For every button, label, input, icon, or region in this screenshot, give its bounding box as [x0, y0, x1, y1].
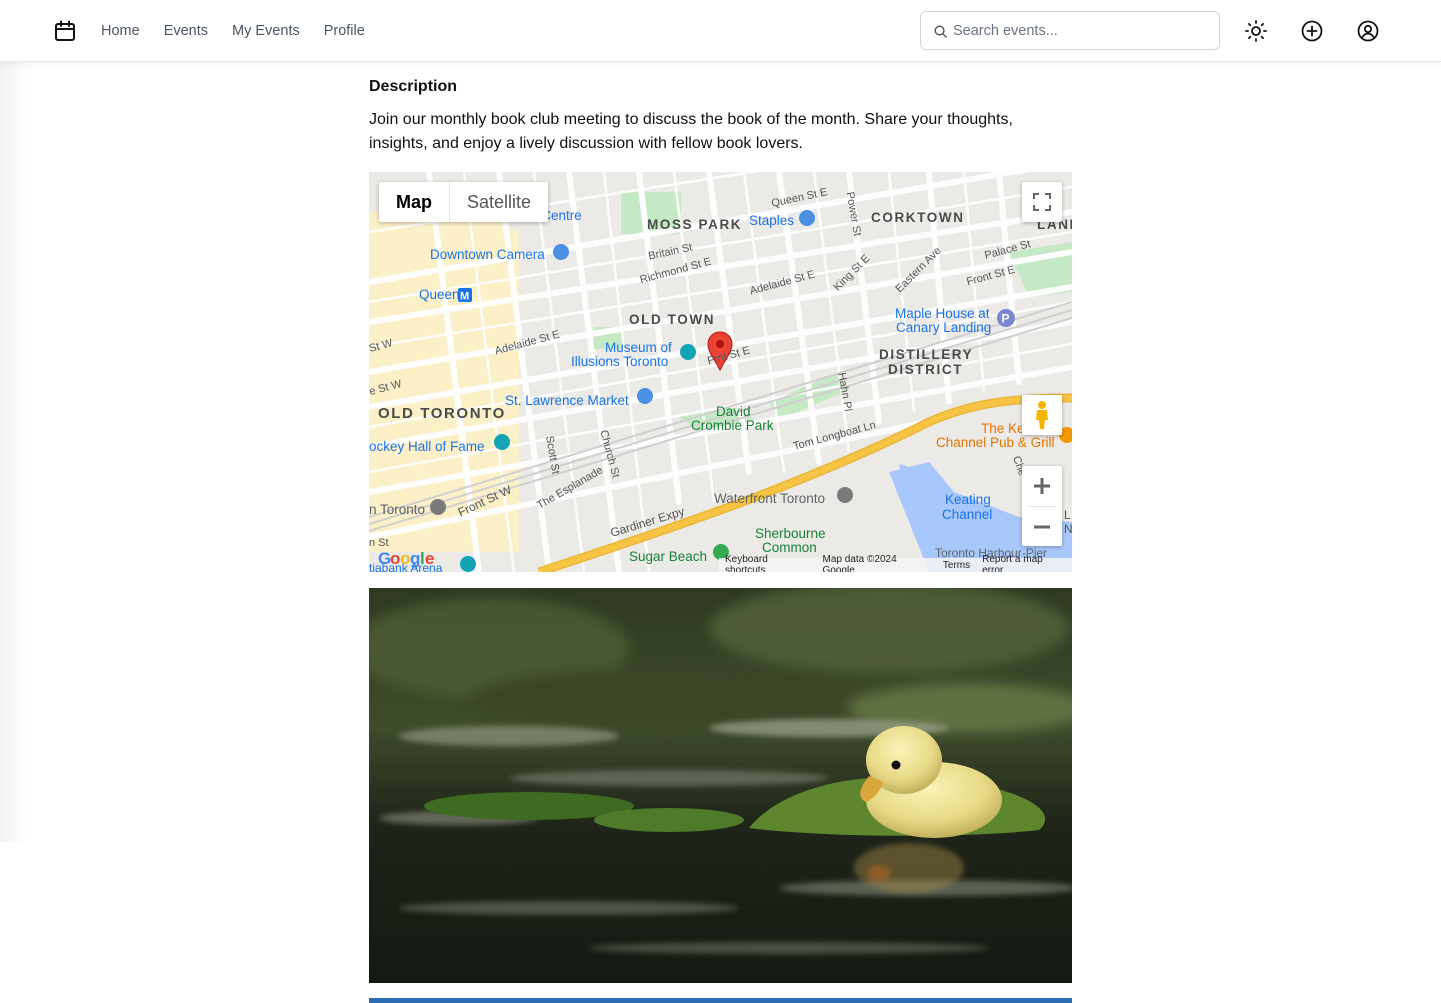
map-poi-maple-house[interactable]: Maple House at [895, 306, 990, 321]
map-label-old-toronto: OLD TORONTO [378, 405, 506, 422]
map-poi-common[interactable]: Common [762, 540, 817, 555]
nav-events-link[interactable]: Events [164, 23, 208, 39]
zoom-controls [1022, 466, 1062, 546]
map-poi-sugar-beach[interactable]: Sugar Beach [629, 549, 707, 564]
pegman-icon [1036, 401, 1048, 429]
map-type-satellite-button[interactable]: Satellite [449, 182, 548, 222]
map-type-control: Map Satellite [379, 182, 549, 222]
minus-icon [1034, 525, 1050, 529]
map-label-corktown: CORKTOWN [871, 210, 965, 225]
map-poi-channel-pub[interactable]: Channel Pub & Grill [936, 435, 1055, 450]
map-label-district: DISTRICT [888, 362, 964, 377]
map-poi-hockey-hall-of-fame[interactable]: ockey Hall of Fame [369, 439, 485, 454]
plus-circle-icon[interactable] [1300, 19, 1324, 43]
svg-text:M: M [460, 291, 469, 303]
main-nav: Home Events My Events Profile [101, 0, 389, 62]
zoom-out-button[interactable] [1022, 507, 1062, 547]
map-poi-illusions-toronto[interactable]: Illusions Toronto [571, 354, 668, 369]
map-type-map-button[interactable]: Map [379, 182, 449, 222]
street-view-pegman[interactable] [1022, 395, 1062, 435]
map-poi-sherbourne[interactable]: Sherbourne [755, 526, 826, 541]
map-poi-downtown-camera[interactable]: Downtown Camera [430, 247, 545, 262]
map-street-n-st: n St [369, 537, 389, 549]
map-poi-channel: Channel [942, 507, 993, 522]
duckling-photo [369, 588, 1072, 983]
sun-icon[interactable] [1244, 19, 1268, 43]
map-poi-keating: Keating [945, 492, 991, 507]
map-poi-n-toronto[interactable]: n Toronto [369, 502, 425, 517]
map-poi-canary-landing[interactable]: Canary Landing [896, 320, 991, 335]
search-box [920, 11, 1220, 50]
terms-link[interactable]: Terms [943, 560, 970, 571]
plus-icon [1034, 478, 1050, 494]
map-attribution-bar: Keyboard shortcuts Map data ©2024 Google… [719, 554, 1072, 572]
next-section-edge [369, 998, 1072, 1003]
description-heading: Description [369, 78, 458, 95]
top-navigation-bar: Home Events My Events Profile [0, 0, 1441, 62]
map-poi-museum-of[interactable]: Museum of [605, 340, 672, 355]
event-location-map[interactable]: M P G o o g l e MOSS PARK CORKTOWN OLD T… [369, 172, 1072, 572]
map-street-l: L [1064, 508, 1071, 522]
map-street-n: N [1064, 522, 1072, 536]
fullscreen-button[interactable] [1022, 182, 1062, 222]
map-label-moss-park: MOSS PARK [647, 217, 743, 232]
calendar-icon[interactable] [53, 19, 77, 43]
map-data-credit: Map data ©2024 Google [822, 554, 897, 572]
map-poi-crombie-park[interactable]: Crombie Park [691, 418, 774, 433]
user-circle-icon[interactable] [1356, 19, 1380, 43]
nav-home-link[interactable]: Home [101, 23, 140, 39]
map-poi-david[interactable]: David [716, 404, 751, 419]
map-poi-the-ke[interactable]: The Ke [981, 421, 1025, 436]
map-label-old-town: OLD TOWN [629, 312, 716, 327]
svg-text:P: P [1002, 312, 1010, 326]
map-poi-queen-station[interactable]: Queen [419, 287, 460, 302]
search-input[interactable] [953, 12, 1213, 49]
map-poi-st-lawrence-market[interactable]: St. Lawrence Market [505, 393, 629, 408]
map-poi-scotiabank-arena[interactable]: tiabank Arena [369, 561, 442, 572]
keyboard-shortcuts-link[interactable]: Keyboard shortcuts [725, 554, 811, 572]
zoom-in-button[interactable] [1022, 466, 1062, 506]
map-label-distillery: DISTILLERY [879, 347, 974, 362]
map-poi-staples[interactable]: Staples [749, 213, 794, 228]
map-poi-waterfront-toronto[interactable]: Waterfront Toronto [714, 491, 825, 506]
side-panel-shadow [0, 62, 28, 842]
report-map-error-link[interactable]: Report a map error [982, 554, 1066, 572]
event-photo [369, 588, 1072, 983]
nav-my-events-link[interactable]: My Events [232, 23, 300, 39]
fullscreen-icon [1033, 193, 1051, 211]
nav-profile-link[interactable]: Profile [324, 23, 365, 39]
description-text: Join our monthly book club meeting to di… [369, 111, 1013, 152]
search-icon [934, 25, 947, 38]
